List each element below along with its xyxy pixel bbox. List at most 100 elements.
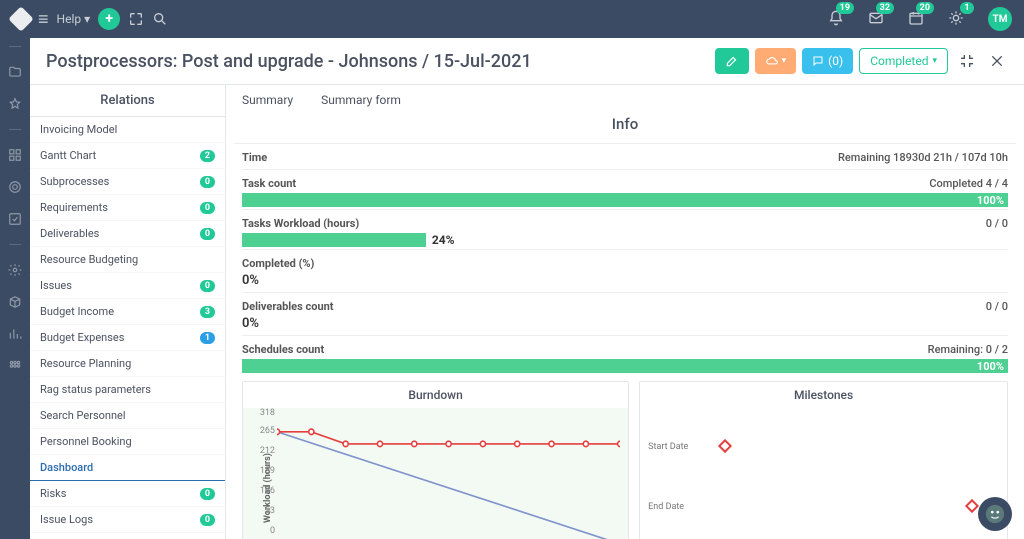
sidebar-item-label: Search Personnel (40, 409, 126, 422)
chat-button[interactable]: (0) (802, 48, 853, 74)
page-title: Postprocessors: Post and upgrade - Johns… (46, 51, 709, 72)
tab-summary-form[interactable]: Summary form (321, 93, 401, 107)
chevron-down-icon: ▾ (84, 12, 90, 26)
sidebar-item-resource-planning[interactable]: Resource Planning (30, 351, 225, 377)
sidebar-item-issue-logs[interactable]: Issue Logs 0 (30, 507, 225, 533)
theme-icon[interactable]: 1 (948, 10, 964, 29)
status-dropdown[interactable]: Completed ▾ (859, 48, 948, 74)
sidebar-item-label: Resource Planning (40, 357, 131, 370)
apps-icon[interactable] (8, 359, 22, 373)
target-icon[interactable] (8, 180, 22, 194)
milestones-chart: Milestones Dates Start Date End Date 5. … (639, 381, 1008, 539)
task-count-bar: 100% (242, 193, 1008, 207)
bell-icon[interactable]: 19 (828, 10, 844, 29)
sidebar-item-label: Rag status parameters (40, 383, 151, 396)
sidebar-item-resource-budgeting[interactable]: Resource Budgeting (30, 247, 225, 273)
sidebar-item-label: Invoicing Model (40, 123, 117, 136)
count-badge: 0 (200, 514, 215, 526)
sidebar-item-label: Budget Income (40, 305, 114, 318)
milestone-end-icon (965, 499, 979, 513)
sidebar-item-label: Gantt Chart (40, 149, 96, 162)
mail-icon[interactable]: 32 (868, 10, 884, 29)
metric-deliv-val: 0% (242, 316, 1008, 333)
count-badge: 0 (200, 228, 215, 240)
sidebar-item-assumptions[interactable]: Assumptions0 (30, 533, 225, 539)
rail-divider (9, 244, 21, 245)
folder-icon[interactable] (8, 65, 22, 79)
avatar[interactable]: TM (988, 7, 1012, 31)
metric-sched-value: Remaining: 0 / 2 (928, 343, 1008, 356)
schedules-bar: 100% (242, 359, 1008, 373)
gear-icon[interactable] (8, 263, 22, 277)
metric-workload-label: Tasks Workload (hours) (242, 217, 359, 230)
sidebar-item-risks[interactable]: Risks 0 (30, 481, 225, 507)
sidebar-item-gantt-chart[interactable]: Gantt Chart 2 (30, 143, 225, 169)
count-badge: 0 (200, 280, 215, 292)
check-icon[interactable] (8, 212, 22, 226)
icon-rail (0, 38, 30, 539)
menu-icon[interactable]: ≡ (38, 9, 49, 30)
count-badge: 0 (200, 176, 215, 188)
metric-task-label: Task count (242, 177, 296, 190)
topbar: ≡ Help ▾ + 19 32 20 1 TM (0, 0, 1024, 38)
fullscreen-icon[interactable] (128, 11, 144, 27)
add-button[interactable]: + (98, 8, 120, 30)
sidebar-item-label: Dashboard (40, 461, 93, 474)
sidebar-item-label: Risks (40, 487, 66, 500)
count-badge: 0 (200, 488, 215, 500)
info-title: Info (234, 111, 1016, 144)
logo-icon[interactable] (8, 6, 33, 31)
sidebar-item-budget-income[interactable]: Budget Income 3 (30, 299, 225, 325)
metric-time-value: Remaining 18930d 21h / 107d 10h (838, 151, 1008, 164)
count-badge: 1 (200, 332, 215, 344)
support-avatar[interactable] (978, 497, 1012, 531)
chart-icon[interactable] (8, 327, 22, 341)
count-badge: 3 (200, 306, 215, 318)
relations-panel: Relations Invoicing Model Gantt Chart 2 Sub… (30, 85, 226, 539)
grid-icon[interactable] (8, 148, 22, 162)
sidebar-item-rag-status-parameters[interactable]: Rag status parameters (30, 377, 225, 403)
sidebar-item-requirements[interactable]: Requirements0 (30, 195, 225, 221)
sidebar-item-personnel-booking[interactable]: Personnel Booking (30, 429, 225, 455)
burndown-chart: Burndown Workload (hours) Dates (242, 381, 629, 539)
sidebar-item-label: Issues (40, 279, 72, 292)
collapse-icon[interactable] (956, 50, 978, 72)
workload-bar (242, 233, 426, 247)
metric-completed-label: Completed (%) (242, 257, 314, 270)
sidebar-item-invoicing-model[interactable]: Invoicing Model (30, 117, 225, 143)
page-header: Postprocessors: Post and upgrade - Johns… (30, 38, 1024, 85)
relations-title: Relations (30, 85, 225, 117)
milestone-start-icon (718, 439, 732, 453)
sidebar-item-label: Issue Logs (40, 513, 93, 526)
calendar-icon[interactable]: 20 (908, 10, 924, 29)
sidebar-item-label: Deliverables (40, 227, 99, 240)
metric-workload-value: 0 / 0 (986, 217, 1008, 230)
edit-button[interactable] (715, 48, 749, 74)
sidebar-item-label: Resource Budgeting (40, 253, 138, 266)
search-icon[interactable] (152, 11, 168, 27)
sidebar-item-label: Subprocesses (40, 175, 109, 188)
sidebar-item-dashboard[interactable]: Dashboard (30, 455, 225, 481)
metric-completed-value: 0% (242, 273, 1008, 290)
cloud-button[interactable]: ▾ (755, 48, 797, 74)
sidebar-item-subprocesses[interactable]: Subprocesses 0 (30, 169, 225, 195)
help-menu[interactable]: Help ▾ (57, 12, 91, 26)
tab-summary[interactable]: Summary (242, 93, 293, 107)
sidebar-item-issues[interactable]: Issues 0 (30, 273, 225, 299)
metric-deliv-value: 0 / 0 (986, 300, 1008, 313)
sidebar-item-label: Budget Expenses (40, 331, 124, 344)
count-badge: 2 (200, 150, 215, 162)
sidebar-item-label: Requirements (40, 201, 108, 214)
sidebar-item-budget-expenses[interactable]: Budget Expenses 1 (30, 325, 225, 351)
star-icon[interactable] (8, 97, 22, 111)
sidebar-item-label: Personnel Booking (40, 435, 132, 448)
rail-divider (9, 129, 21, 130)
close-icon[interactable] (986, 50, 1008, 72)
metric-time-label: Time (242, 151, 267, 164)
sidebar-item-deliverables[interactable]: Deliverables 0 (30, 221, 225, 247)
metric-deliv-label: Deliverables count (242, 300, 334, 313)
dashboard: Summary Summary form Info Time Remaining … (226, 85, 1024, 539)
box-icon[interactable] (8, 295, 22, 309)
rail-divider (9, 46, 21, 47)
sidebar-item-search-personnel[interactable]: Search Personnel (30, 403, 225, 429)
